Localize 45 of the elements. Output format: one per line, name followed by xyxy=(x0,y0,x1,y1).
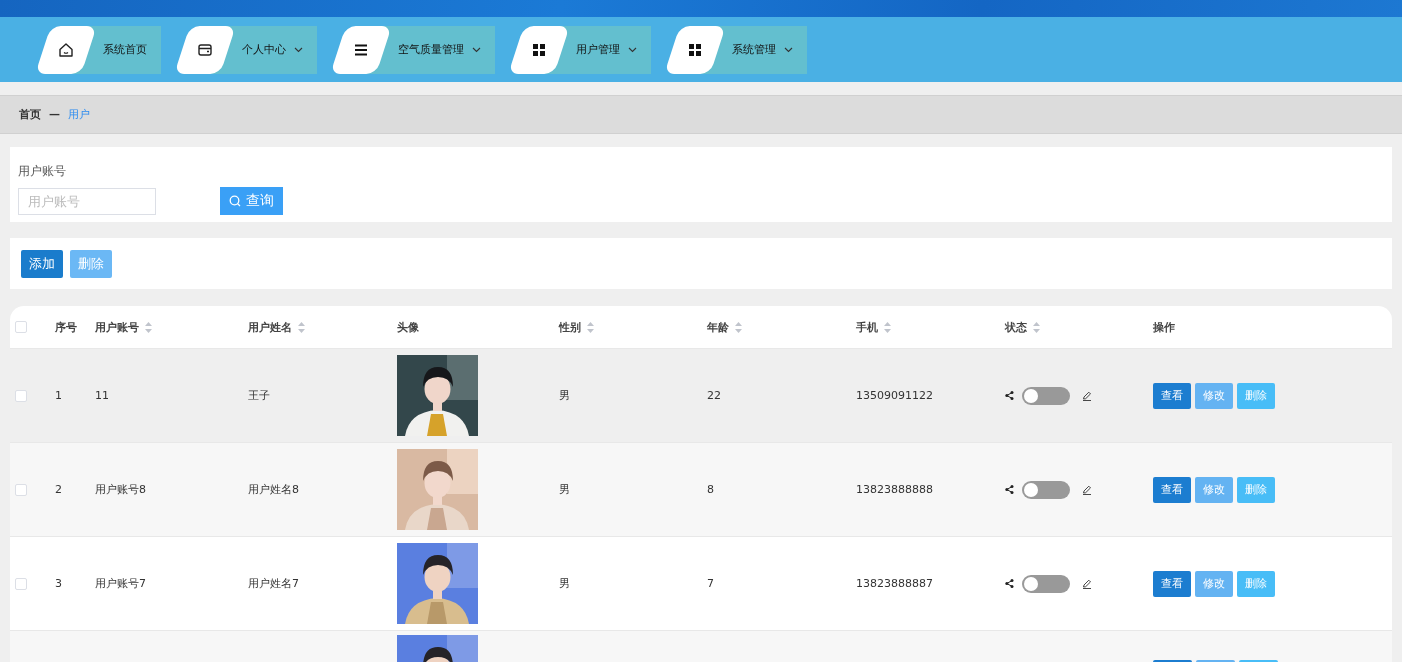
table-cell: 1 xyxy=(55,389,62,402)
edit-button[interactable]: 修改 xyxy=(1195,476,1233,503)
column-header: 手机 xyxy=(856,319,878,335)
breadcrumb-current: 用户 xyxy=(68,107,90,122)
table-cell: 王子 xyxy=(248,388,270,403)
table-cell: 8 xyxy=(707,483,714,496)
edit-button[interactable]: 修改 xyxy=(1195,570,1233,597)
table-cell: 男 xyxy=(559,482,570,497)
table-cell: 3 xyxy=(55,577,62,590)
column-header: 头像 xyxy=(397,319,419,335)
view-button[interactable]: 查看 xyxy=(1153,570,1191,597)
table-cell: 2 xyxy=(55,483,62,496)
account-input[interactable]: 用户账号 xyxy=(18,187,156,215)
field-label: 用户账号 xyxy=(18,163,67,180)
table-cell: 男 xyxy=(559,576,570,591)
column-header: 状态 xyxy=(1005,319,1027,335)
nav-item[interactable]: 系统管理 xyxy=(664,25,807,74)
nav-item[interactable]: 空气质量管理 xyxy=(330,25,495,74)
column-header: 用户账号 xyxy=(95,319,139,335)
view-button[interactable]: 查看 xyxy=(1153,382,1191,409)
nav-item[interactable]: 个人中心 xyxy=(174,25,317,74)
breadcrumb-link[interactable]: 首页 xyxy=(19,107,41,122)
table-cell: 用户账号8 xyxy=(95,482,146,497)
table-cell: 男 xyxy=(559,388,570,403)
table-cell: 22 xyxy=(707,389,721,402)
breadcrumb-separator: — xyxy=(49,108,60,121)
column-header: 用户姓名 xyxy=(248,319,292,335)
column-header: 性别 xyxy=(559,319,581,335)
table-cell: 11 xyxy=(95,389,109,402)
table-cell: 用户姓名7 xyxy=(248,576,299,591)
search-button[interactable]: 查询 xyxy=(220,187,283,215)
view-button[interactable]: 查看 xyxy=(1153,476,1191,503)
column-header: 年龄 xyxy=(707,319,729,335)
nav-item[interactable]: 用户管理 xyxy=(508,25,651,74)
column-header: 操作 xyxy=(1153,319,1175,335)
table-cell: 7 xyxy=(707,577,714,590)
table-cell: 13509091122 xyxy=(856,389,933,402)
table-cell: 13823888887 xyxy=(856,577,933,590)
column-header: 序号 xyxy=(55,319,77,335)
nav-item[interactable]: 系统首页 xyxy=(35,25,161,74)
add-button[interactable]: 添加 xyxy=(21,249,63,278)
table-cell: 用户姓名8 xyxy=(248,482,299,497)
table-cell: 用户账号7 xyxy=(95,576,146,591)
edit-button[interactable]: 修改 xyxy=(1195,382,1233,409)
table-cell: 13823888888 xyxy=(856,483,933,496)
